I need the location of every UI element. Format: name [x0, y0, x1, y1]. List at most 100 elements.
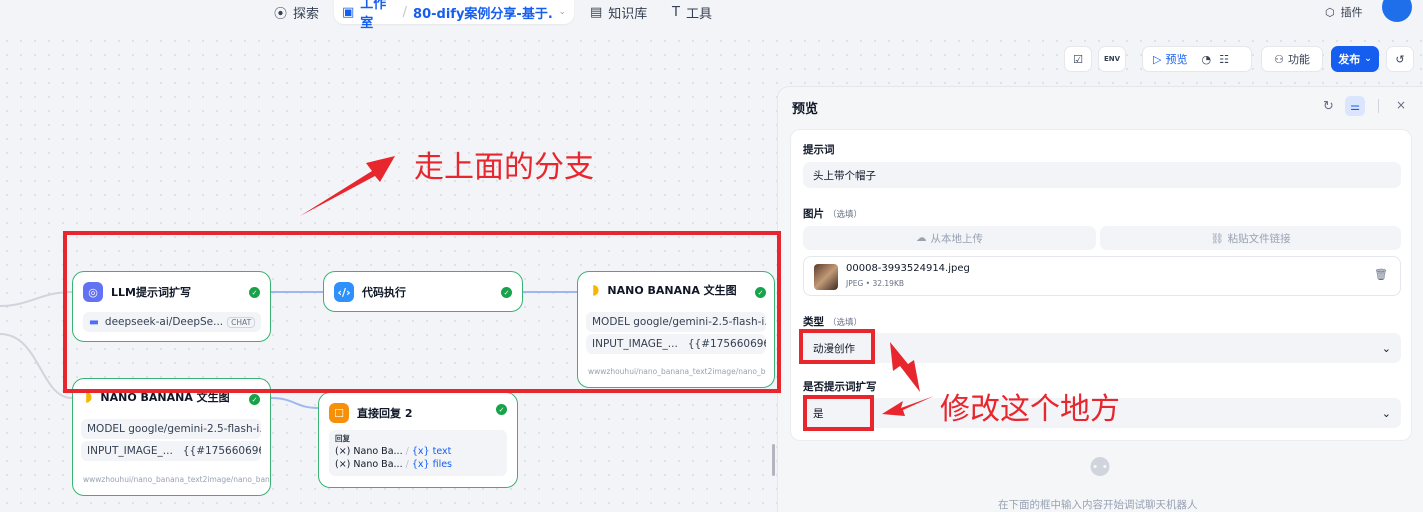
hammer-icon: T	[672, 4, 680, 20]
version-history-button[interactable]: ↺	[1386, 46, 1414, 72]
trash-icon[interactable]: 🗑	[1374, 268, 1388, 281]
robot-icon: ⚉	[1088, 453, 1112, 483]
nav-explore[interactable]: ⦿ 探索	[274, 0, 319, 24]
answer-row-var: {x} text	[411, 446, 452, 457]
type-select[interactable]: 动漫创作 ⌄	[803, 333, 1401, 363]
nav-knowledge-label: 知识库	[608, 6, 648, 22]
checklist-icon: ☑	[1073, 52, 1083, 66]
uploaded-file: 00008-3993524914.jpeg JPEG • 32.19KB 🗑	[803, 256, 1401, 296]
node-answer[interactable]: ☐ 直接回复 2 ✓ 回复 (×) Nano Ba... / {x} text …	[318, 392, 518, 488]
nav-tools-label: 工具	[685, 6, 712, 22]
answer-content: 回复 (×) Nano Ba... / {x} text (×) Nano Ba…	[329, 430, 507, 476]
input-value: {{#1756606966...	[182, 445, 261, 457]
nav-plugins[interactable]: ⬡ 插件	[1325, 0, 1363, 24]
divider	[1378, 99, 1379, 113]
node-answer-title: 直接回复 2	[357, 407, 413, 420]
refresh-icon[interactable]: ↻	[1323, 99, 1334, 114]
features-button[interactable]: ⚇ 功能	[1261, 46, 1323, 72]
nav-knowledge[interactable]: ▤ 知识库	[590, 0, 647, 24]
prompt-label: 提示词	[803, 144, 835, 156]
history-icon: ↺	[1395, 52, 1405, 66]
nav-studio-label: 工作室	[360, 0, 387, 31]
compass-icon: ⦿	[274, 6, 288, 22]
image-label-text: 图片	[803, 208, 824, 220]
variable-icon: (×)	[335, 446, 351, 457]
chevron-down-icon: ⌄	[1381, 341, 1391, 355]
type-label-text: 类型	[803, 316, 824, 328]
file-name: 00008-3993524914.jpeg	[846, 263, 970, 274]
preview-group: ▷ 预览 ◔ ☷	[1142, 46, 1252, 72]
play-icon: ▷	[1153, 52, 1162, 66]
checklist-button[interactable]: ☑	[1064, 46, 1092, 72]
avatar[interactable]	[1382, 0, 1412, 22]
paste-link-label: 粘贴文件链接	[1227, 232, 1291, 245]
paste-link-button[interactable]: ⛓ 粘贴文件链接	[1100, 226, 1401, 250]
node-answer-header: ☐ 直接回复 2	[329, 403, 412, 423]
chevron-down-icon: ⌄	[1364, 54, 1372, 64]
robot-icon: ▣	[342, 4, 355, 20]
upload-local-label: 从本地上传	[930, 232, 984, 245]
cube-icon: ⬡	[1325, 5, 1335, 19]
edge-nano-answer	[270, 397, 319, 409]
env-button[interactable]: ENV	[1098, 46, 1126, 72]
canvas-scrollbar[interactable]	[772, 444, 775, 476]
reply-icon: ☐	[329, 403, 349, 423]
node-nano-bottom-provider: wwwzhouhui/nano_banana_text2image/nano_b…	[83, 475, 271, 484]
prompt-input[interactable]: 头上带个帽子	[803, 162, 1401, 188]
preview-label: 预览	[1165, 53, 1188, 66]
annotation-right-text: 修改这个地方	[940, 392, 1120, 427]
history-run-icon[interactable]: ◔	[1201, 53, 1211, 66]
chevron-down-icon[interactable]: ⌄	[558, 7, 566, 17]
publish-label: 发布	[1338, 53, 1361, 66]
edge-left-in-2	[0, 333, 73, 399]
answer-row-source: Nano Ba...	[353, 459, 403, 470]
input-label: INPUT_IMAGE_...	[87, 445, 173, 457]
annotation-box-type	[799, 329, 875, 364]
publish-button[interactable]: 发布 ⌄	[1331, 46, 1379, 72]
image-label: 图片 （选填）	[803, 206, 862, 221]
file-meta: JPEG • 32.19KB	[846, 279, 905, 288]
nav-plugins-label: 插件	[1340, 6, 1363, 19]
panel-title: 预览	[792, 102, 819, 117]
variables-toggle-icon[interactable]: ⚌	[1345, 96, 1365, 116]
nav-explore-label: 探索	[293, 6, 320, 22]
annotation-top-text: 走上面的分支	[414, 150, 594, 185]
app-name[interactable]: 80-dify案例分享-基于...	[413, 3, 552, 22]
optional-hint: （选填）	[828, 318, 863, 328]
node-nano-bottom[interactable]: ◗ NANO BANANA 文生图 ✓ MODEL google/gemini-…	[72, 378, 271, 496]
upload-local-button[interactable]: ☁ 从本地上传	[803, 226, 1096, 250]
preview-panel: 预览 ↻ ⚌ × 提示词 头上带个帽子 图片 （选填） ☁ 从本地上传 ⛓ 粘贴文…	[777, 86, 1423, 512]
answer-row: (×) Nano Ba... / {x} files	[335, 459, 453, 470]
expand-label: 是否提示词扩写	[803, 381, 877, 393]
file-thumbnail	[814, 264, 838, 290]
preview-button[interactable]: ▷ 预览	[1153, 51, 1187, 67]
empty-chat-hint: 在下面的框中输入内容开始调试聊天机器人	[998, 499, 1198, 511]
edge-left-in-1	[0, 291, 73, 307]
nav-studio[interactable]: ▣ 工作室 / 80-dify案例分享-基于... ⌄	[334, 0, 574, 31]
top-nav: ⦿ 探索 ▣ 工作室 / 80-dify案例分享-基于... ⌄ ▤ 知识库 T…	[0, 0, 1423, 34]
success-check-icon: ✓	[496, 404, 507, 415]
env-label: ENV	[1103, 55, 1121, 63]
answer-row-var: {x} files	[411, 459, 453, 470]
book-icon: ▤	[590, 4, 603, 20]
success-check-icon: ✓	[249, 394, 260, 405]
chevron-down-icon: ⌄	[1381, 406, 1391, 420]
node-nano-bottom-model: MODEL google/gemini-2.5-flash-i...	[81, 419, 261, 439]
answer-row: (×) Nano Ba... / {x} text	[335, 446, 452, 457]
answer-section-label: 回复	[335, 434, 350, 443]
answer-row-source: Nano Ba...	[353, 446, 403, 457]
features-label: 功能	[1287, 53, 1310, 66]
nav-tools[interactable]: T 工具	[672, 0, 712, 24]
annotation-box-expand	[803, 395, 874, 431]
optional-hint: （选填）	[828, 210, 863, 220]
close-icon[interactable]: ×	[1396, 98, 1406, 112]
link-icon: ⛓	[1210, 232, 1224, 245]
annotation-box-branch	[63, 231, 781, 393]
type-label: 类型 （选填）	[803, 314, 862, 329]
checklist-run-icon[interactable]: ☷	[1219, 53, 1229, 66]
cloud-upload-icon: ☁	[916, 232, 927, 244]
variable-icon: (×)	[335, 459, 351, 470]
features-icon: ⚇	[1274, 52, 1284, 66]
node-nano-bottom-input: INPUT_IMAGE_... {{#1756606966...	[81, 441, 261, 461]
nav-separator: /	[402, 4, 408, 20]
